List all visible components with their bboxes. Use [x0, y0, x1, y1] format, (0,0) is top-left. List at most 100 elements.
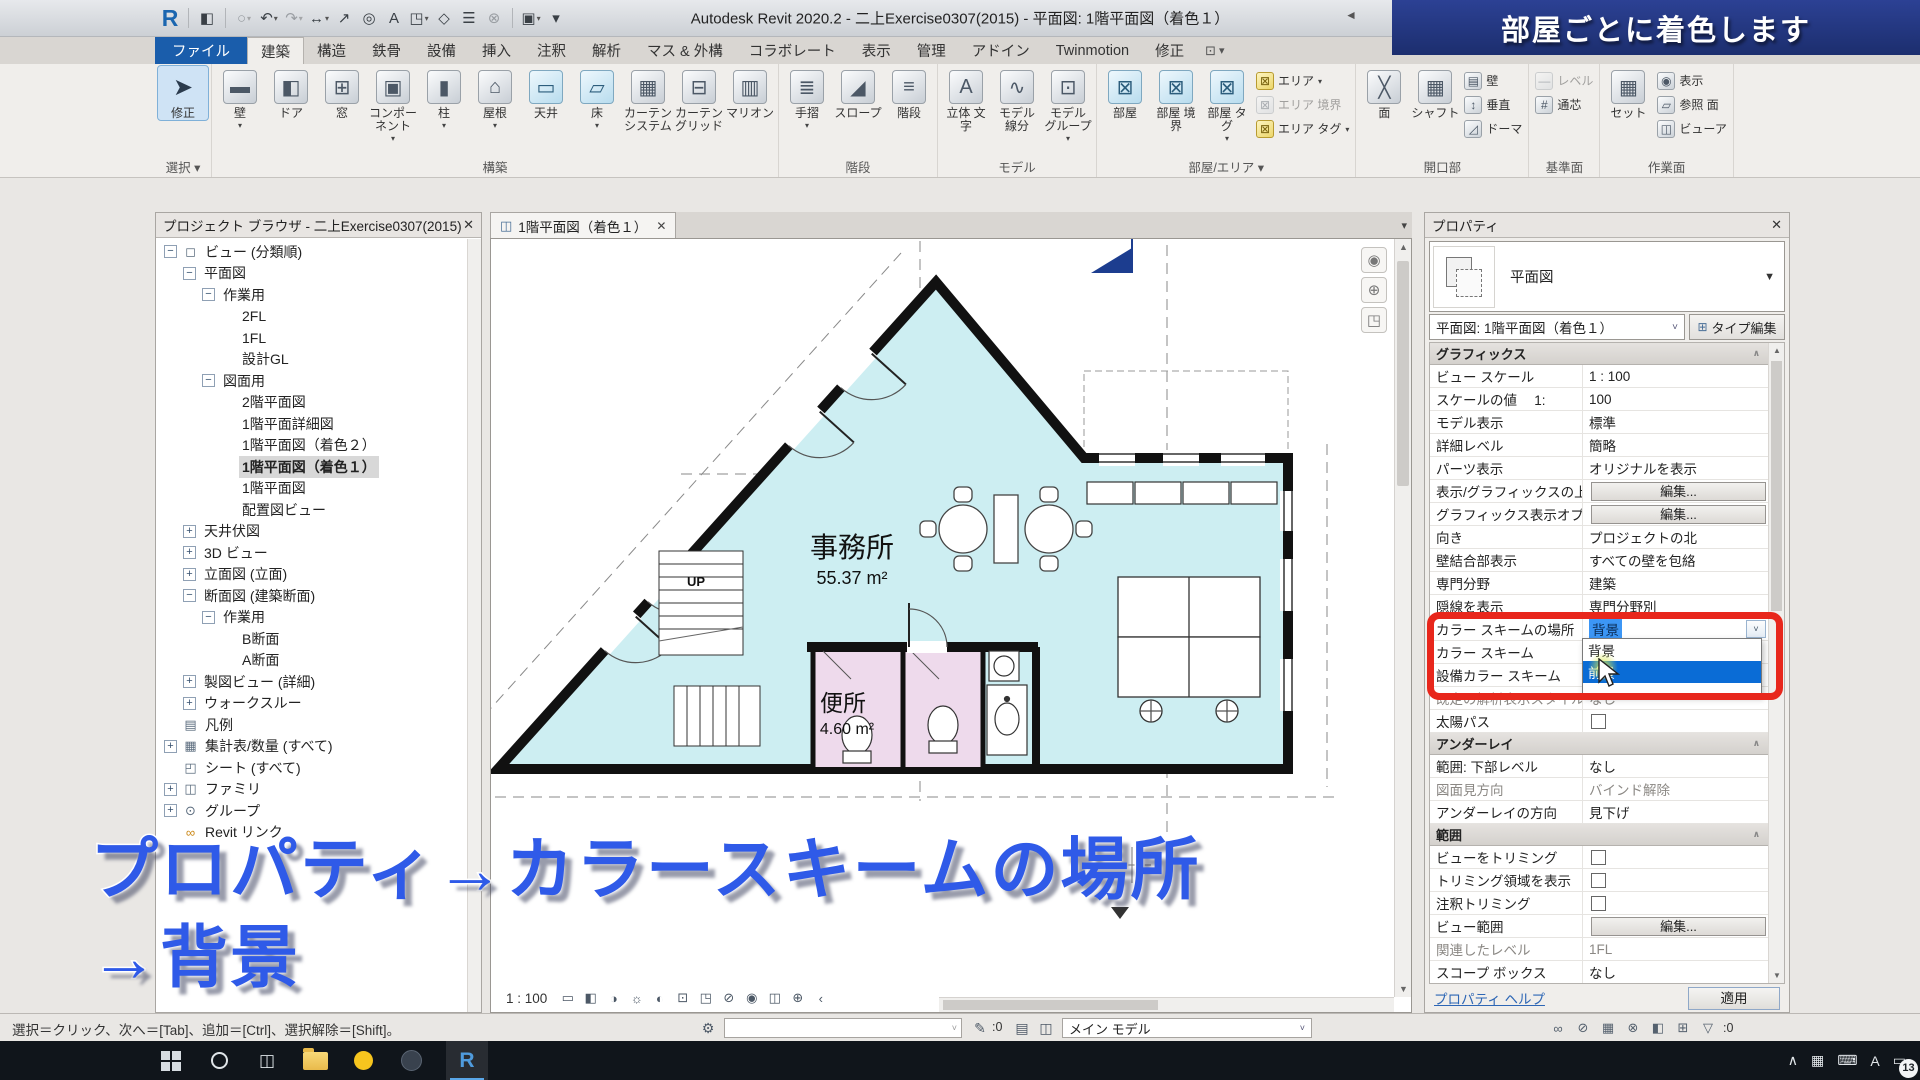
tree-item[interactable]: +3D ビュー: [156, 542, 481, 564]
text-icon[interactable]: A: [382, 6, 406, 30]
scroll-down-icon[interactable]: ▼: [1769, 968, 1785, 983]
switch-windows-icon[interactable]: ▣▾: [519, 6, 543, 30]
ribbon-button-部屋[interactable]: ⊠部屋: [1100, 66, 1150, 120]
ribbon-button-レベル[interactable]: ―レベル: [1532, 69, 1596, 92]
ribbon-button-カーテン システム[interactable]: ▦カーテン システム: [623, 66, 673, 133]
section-icon[interactable]: ◇: [432, 6, 456, 30]
collapse-icon[interactable]: −: [202, 611, 215, 624]
view-tab[interactable]: ◫ 1階平面図（着色１） ✕: [490, 212, 676, 238]
home-sphere-icon[interactable]: ○▾: [232, 6, 256, 30]
editable-only-icon[interactable]: ✎: [970, 1018, 990, 1038]
ribbon-button-コンポーネント[interactable]: ▣コンポーネント▾: [368, 66, 418, 143]
tree-item[interactable]: 1階平面図: [156, 478, 481, 500]
collapse-icon[interactable]: −: [183, 267, 196, 280]
dropdown-arrow-icon[interactable]: ▾: [537, 14, 541, 23]
select-pinned-toggle-icon[interactable]: ⊗: [1623, 1018, 1643, 1038]
dropdown-arrow-icon[interactable]: ▾: [247, 14, 251, 23]
ribbon-button-窓[interactable]: ⊞窓: [317, 66, 367, 120]
tree-item[interactable]: 2階平面図: [156, 392, 481, 414]
editing-requests-icon[interactable]: ∞: [1548, 1018, 1568, 1038]
ribbon-tab-12[interactable]: アドイン: [959, 37, 1043, 64]
room-label-office[interactable]: 事務所: [810, 532, 894, 563]
tray-app-icon[interactable]: ▦: [1811, 1052, 1824, 1069]
tree-item[interactable]: +製図ビュー (詳細): [156, 671, 481, 693]
tree-item[interactable]: −作業用: [156, 607, 481, 629]
tree-item[interactable]: 1階平面詳細図: [156, 413, 481, 435]
close-icon[interactable]: ✕: [1771, 217, 1782, 233]
edit-type-button[interactable]: ⊞ タイプ編集: [1689, 314, 1785, 340]
design-option-select[interactable]: メイン モデル ˅: [1062, 1018, 1312, 1038]
ribbon-tab-5[interactable]: 挿入: [469, 37, 524, 64]
expand-icon[interactable]: +: [164, 740, 177, 753]
ribbon-tab-2[interactable]: 構造: [304, 37, 359, 64]
active-option-icon[interactable]: ◫: [1036, 1018, 1056, 1038]
ribbon-button-セット[interactable]: ▦セット: [1603, 66, 1653, 120]
collapse-icon[interactable]: −: [202, 374, 215, 387]
expand-icon[interactable]: +: [183, 546, 196, 559]
ribbon-tab-11[interactable]: 管理: [904, 37, 959, 64]
tree-item[interactable]: 1階平面図（着色１）: [156, 456, 481, 478]
instance-selector[interactable]: 平面図: 1階平面図（着色１） ˅: [1429, 314, 1685, 340]
aligned-dimension-icon[interactable]: ↗: [332, 6, 356, 30]
close-icon[interactable]: ✕: [463, 217, 474, 233]
tree-item[interactable]: +ウォークスルー: [156, 693, 481, 715]
undo-icon[interactable]: ↶▾: [257, 6, 281, 30]
ribbon-button-面[interactable]: ╳面: [1359, 66, 1409, 120]
combo-arrow-icon[interactable]: ˅: [1746, 620, 1766, 638]
edit-button[interactable]: 編集...: [1591, 917, 1766, 936]
scroll-up-icon[interactable]: ▲: [1395, 239, 1412, 255]
ribbon-tab-4[interactable]: 設備: [414, 37, 469, 64]
thin-lines-icon[interactable]: ☰: [457, 6, 481, 30]
tree-item[interactable]: +天井伏図: [156, 521, 481, 543]
close-hidden-windows-icon[interactable]: ⊗: [482, 6, 506, 30]
ribbon-section-label[interactable]: 階段: [782, 159, 934, 177]
recording-app-button[interactable]: [350, 1048, 376, 1074]
ribbon-button-ビューア[interactable]: ◫ビューア: [1654, 117, 1730, 140]
tree-item[interactable]: 1FL: [156, 327, 481, 349]
ribbon-tab-10[interactable]: 表示: [849, 37, 904, 64]
properties-scrollbar[interactable]: ▲ ▼: [1768, 343, 1784, 983]
ribbon-button-エリア タグ[interactable]: ⊠エリア タグ▾: [1253, 117, 1352, 140]
file-explorer-button[interactable]: [302, 1048, 328, 1074]
tree-item[interactable]: 設計GL: [156, 349, 481, 371]
tree-item[interactable]: B断面: [156, 628, 481, 650]
dropdown-arrow-icon[interactable]: ▾: [425, 14, 429, 23]
ribbon-button-ドーマ[interactable]: ◿ドーマ: [1461, 117, 1525, 140]
pan-tool-icon[interactable]: ◳: [1361, 307, 1387, 333]
checkbox[interactable]: [1591, 873, 1606, 888]
scrollbar-thumb[interactable]: [1771, 361, 1782, 611]
worksets-icon[interactable]: ⚙: [698, 1018, 718, 1038]
room-label-toilet[interactable]: 便所: [820, 690, 866, 716]
ribbon-button-参照 面[interactable]: ▱参照 面: [1654, 93, 1730, 116]
ribbon-button-モデル グループ[interactable]: ⊡モデル グループ▾: [1043, 66, 1093, 143]
scroll-down-icon[interactable]: ▼: [1395, 981, 1412, 997]
ribbon-button-壁[interactable]: ▤壁: [1461, 69, 1525, 92]
ribbon-tab-9[interactable]: コラボレート: [736, 37, 849, 64]
ribbon-button-モデル 線分[interactable]: ∿モデル 線分: [992, 66, 1042, 133]
collapse-icon[interactable]: −: [202, 288, 215, 301]
ribbon-button-垂直[interactable]: ↕垂直: [1461, 93, 1525, 116]
ribbon-section-label[interactable]: 部屋/エリア ▾: [1100, 159, 1352, 177]
ribbon-button-シャフト[interactable]: ▦シャフト: [1410, 66, 1460, 120]
tree-item[interactable]: ▤凡例: [156, 714, 481, 736]
ribbon-button-通芯[interactable]: #通芯: [1532, 93, 1596, 116]
ribbon-tab-14[interactable]: 修正: [1142, 37, 1197, 64]
edit-button[interactable]: 編集...: [1591, 505, 1766, 524]
zoom-tool-icon[interactable]: ⊕: [1361, 277, 1387, 303]
ribbon-button-ドア[interactable]: ◧ドア: [266, 66, 316, 120]
tree-item[interactable]: +立面図 (立面): [156, 564, 481, 586]
scroll-up-icon[interactable]: ▲: [1769, 343, 1785, 358]
property-group-header[interactable]: 範囲∧: [1430, 824, 1784, 846]
ribbon-button-立体 文字[interactable]: A立体 文字: [941, 66, 991, 133]
redo-icon[interactable]: ↷▾: [282, 6, 306, 30]
select-underlay-toggle-icon[interactable]: ▦: [1598, 1018, 1618, 1038]
measure-icon[interactable]: ↔▾: [307, 6, 331, 30]
tree-item[interactable]: +⊙グループ: [156, 800, 481, 822]
checkbox[interactable]: [1591, 896, 1606, 911]
ribbon-button-柱[interactable]: ▮柱▾: [419, 66, 469, 130]
tree-item[interactable]: A断面: [156, 650, 481, 672]
ribbon-button-表示[interactable]: ◉表示: [1654, 69, 1730, 92]
tree-item[interactable]: 2FL: [156, 306, 481, 328]
apply-button[interactable]: 適用: [1688, 987, 1780, 1010]
properties-help-link[interactable]: プロパティ ヘルプ: [1434, 988, 1545, 1008]
